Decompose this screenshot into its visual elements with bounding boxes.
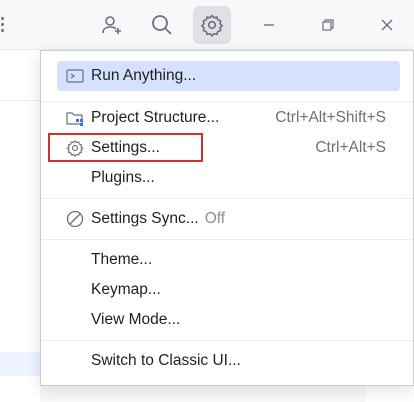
blocked-icon [66, 204, 90, 234]
search-icon[interactable] [143, 6, 181, 44]
run-anything-icon [66, 61, 90, 91]
minimize-icon[interactable] [250, 6, 288, 44]
title-bar [0, 0, 414, 50]
project-structure-icon [66, 103, 90, 133]
menu-item-settings[interactable]: Settings... Ctrl+Alt+S [57, 133, 400, 163]
menu-item-label: Plugins... [91, 169, 155, 186]
gear-icon [66, 133, 90, 163]
ide-window: Run Anything... Project Structure... Ctr… [0, 0, 414, 402]
menu-item-switch-classic-ui[interactable]: Switch to Classic UI... [57, 346, 400, 376]
menu-item-view-mode[interactable]: View Mode... [57, 305, 400, 335]
menu-item-label: Theme... [91, 251, 153, 268]
settings-sync-status: Off [204, 210, 226, 227]
menu-item-project-structure[interactable]: Project Structure... Ctrl+Alt+Shift+S [57, 103, 400, 133]
menu-item-keymap[interactable]: Keymap... [57, 275, 400, 305]
more-vertical-icon[interactable] [0, 14, 6, 36]
main-menu-popup: Run Anything... Project Structure... Ctr… [40, 50, 414, 386]
menu-item-label: Project Structure... [91, 109, 220, 126]
menu-item-label: Run Anything... [91, 67, 197, 84]
menu-item-settings-sync[interactable]: Settings Sync... Off [57, 204, 400, 234]
menu-item-run-anything[interactable]: Run Anything... [57, 61, 400, 91]
menu-item-label: View Mode... [91, 311, 181, 328]
editor-background [366, 384, 414, 402]
menu-item-theme[interactable]: Theme... [57, 245, 400, 275]
menu-item-plugins[interactable]: Plugins... [57, 163, 400, 193]
menu-separator [41, 101, 413, 102]
menu-separator [41, 239, 413, 240]
menu-item-label: Keymap... [91, 281, 161, 298]
menu-separator [41, 340, 413, 341]
menu-separator [41, 198, 413, 199]
gear-icon[interactable] [193, 6, 231, 44]
add-user-icon[interactable] [93, 6, 131, 44]
menu-item-label: Settings Sync... [91, 210, 199, 227]
tool-window-panel [0, 50, 40, 402]
menu-item-shortcut: Ctrl+Alt+Shift+S [275, 109, 386, 126]
menu-item-label: Settings... [91, 139, 160, 156]
restore-icon[interactable] [309, 6, 347, 44]
selected-row [0, 352, 40, 376]
menu-item-label: Switch to Classic UI... [91, 352, 241, 369]
close-icon[interactable] [368, 6, 406, 44]
menu-item-shortcut: Ctrl+Alt+S [315, 139, 386, 156]
panel-divider [0, 100, 40, 101]
